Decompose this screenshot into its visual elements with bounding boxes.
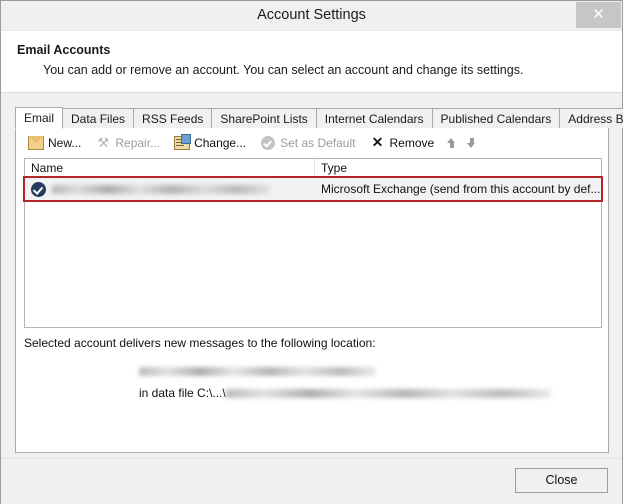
change-button-label: Change... [194, 135, 247, 150]
delivery-location-redacted [139, 367, 376, 377]
accounts-list-rows: Microsoft Exchange (send from this accou… [25, 178, 601, 200]
new-button[interactable]: New... [23, 132, 86, 154]
close-button[interactable]: Close [515, 468, 608, 493]
data-file-prefix: in data file C:\...\ [139, 386, 226, 400]
tab-email[interactable]: Email [15, 107, 64, 129]
tab-label: SharePoint Lists [220, 112, 308, 126]
tab-rss-feeds[interactable]: RSS Feeds [133, 108, 213, 128]
delivery-location-section: Selected account delivers new messages t… [24, 336, 600, 400]
accounts-toolbar: New... ⚒ Repair... Change... Set as Defa… [16, 128, 608, 157]
move-down-button[interactable] [463, 133, 480, 153]
tab-internet-calendars[interactable]: Internet Calendars [315, 108, 433, 128]
repair-tools-icon: ⚒ [97, 134, 110, 150]
set-default-check-icon [260, 135, 276, 151]
tab-sharepoint-lists[interactable]: SharePoint Lists [211, 108, 317, 128]
tab-published-calendars[interactable]: Published Calendars [431, 108, 561, 128]
tab-label: Address Books [568, 112, 623, 126]
tab-label: Email [24, 111, 55, 125]
email-tab-panel: New... ⚒ Repair... Change... Set as Defa… [15, 128, 609, 453]
dialog-body: Email Data Files RSS Feeds SharePoint Lists… [1, 93, 623, 504]
header-band: Email Accounts You can add or remove an … [1, 31, 622, 93]
tab-address-books[interactable]: Address Books [559, 108, 623, 128]
set-as-default-label: Set as Default [280, 135, 356, 150]
delivery-location-label: Selected account delivers new messages t… [24, 336, 376, 350]
tab-strip: Email Data Files RSS Feeds SharePoint Lists… [15, 107, 623, 129]
tab-label: Published Calendars [440, 112, 552, 126]
change-settings-icon [174, 133, 192, 151]
set-as-default-button[interactable]: Set as Default [255, 132, 360, 154]
delivery-data-file-row: in data file C:\...\ [24, 386, 600, 400]
remove-button-label: Remove [389, 135, 435, 150]
account-name-redacted [52, 184, 270, 194]
change-button[interactable]: Change... [169, 132, 251, 154]
column-header-type[interactable]: Type [315, 159, 601, 177]
new-button-label: New... [48, 135, 82, 150]
data-file-redacted-bar [225, 389, 551, 399]
header-title: Email Accounts [17, 43, 111, 57]
tab-label: RSS Feeds [142, 112, 204, 126]
remove-x-icon: ✕ [371, 133, 384, 150]
data-file-redacted-value [225, 386, 551, 400]
account-name-cell [25, 178, 315, 200]
delivery-location-value [24, 364, 600, 377]
table-row[interactable]: Microsoft Exchange (send from this accou… [25, 178, 601, 200]
header-description: You can add or remove an account. You ca… [43, 63, 524, 77]
account-type-cell: Microsoft Exchange (send from this accou… [321, 182, 601, 196]
repair-button-label: Repair... [115, 135, 161, 150]
tab-label: Data Files [71, 112, 126, 126]
window-close-icon[interactable]: ✕ [576, 2, 621, 28]
remove-button[interactable]: ✕ Remove [364, 132, 439, 154]
column-header-name[interactable]: Name [25, 159, 315, 177]
arrow-down-icon [467, 137, 476, 148]
repair-button[interactable]: ⚒ Repair... [90, 132, 165, 154]
default-account-check-icon [31, 181, 46, 197]
arrow-up-icon [447, 137, 456, 148]
dialog-footer: Close [1, 458, 622, 504]
new-account-icon [28, 135, 44, 151]
account-settings-dialog: Account Settings ✕ Email Accounts You ca… [0, 0, 623, 504]
title-bar: Account Settings ✕ [1, 1, 622, 31]
move-up-button[interactable] [443, 133, 460, 153]
accounts-list-header: Name Type [25, 159, 601, 178]
window-title: Account Settings [257, 7, 366, 23]
tab-data-files[interactable]: Data Files [62, 108, 135, 128]
tab-label: Internet Calendars [324, 112, 424, 126]
accounts-list[interactable]: Name Type Microsoft Exchange (send from … [24, 158, 602, 328]
